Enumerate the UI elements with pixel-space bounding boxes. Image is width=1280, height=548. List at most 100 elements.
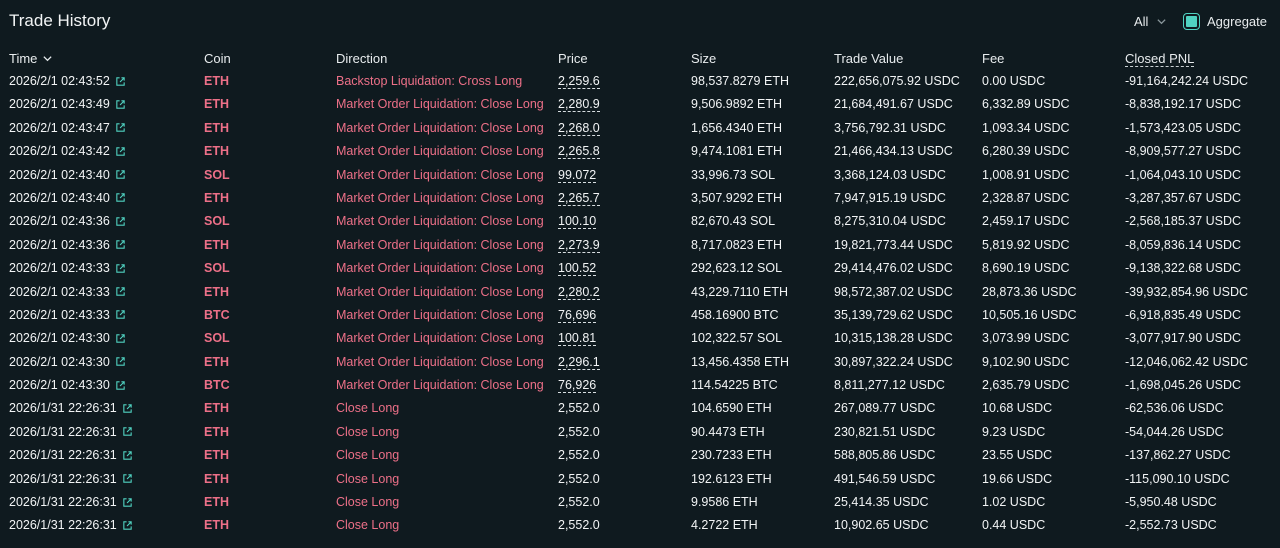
external-link-icon[interactable] xyxy=(115,192,126,203)
time-text: 2026/2/1 02:43:33 xyxy=(9,284,110,299)
external-link-icon[interactable] xyxy=(115,146,126,157)
table-row: 2026/2/1 02:43:36 SOL Market Order Liquida… xyxy=(0,210,1280,233)
price-text: 2,552.0 xyxy=(558,471,600,486)
price-text: 2,552.0 xyxy=(558,448,600,463)
filter-dropdown[interactable]: All xyxy=(1134,14,1167,29)
price-cell[interactable]: 76,926 xyxy=(558,378,597,394)
price-cell[interactable]: 100.52 xyxy=(558,261,597,277)
fee-cell: 9,102.90 USDC xyxy=(982,354,1070,369)
price-cell[interactable]: 2,265.7 xyxy=(558,190,600,206)
external-link-icon[interactable] xyxy=(115,263,126,274)
time-text: 2026/2/1 02:43:33 xyxy=(9,261,110,276)
time-cell: 2026/1/31 22:26:31 xyxy=(9,401,133,415)
coin-cell[interactable]: ETH xyxy=(204,401,229,415)
time-text: 2026/1/31 22:26:31 xyxy=(9,518,117,533)
coin-cell[interactable]: SOL xyxy=(204,168,230,182)
external-link-icon[interactable] xyxy=(115,309,126,320)
price-cell: 2,552.0 xyxy=(558,401,600,415)
external-link-icon[interactable] xyxy=(115,286,126,297)
time-text: 2026/2/1 02:43:36 xyxy=(9,237,110,252)
fee-cell: 6,280.39 USDC xyxy=(982,144,1070,159)
coin-cell[interactable]: ETH xyxy=(204,425,229,439)
external-link-icon[interactable] xyxy=(115,99,126,110)
table-row: 2026/2/1 02:43:33 SOL Market Order Liquida… xyxy=(0,257,1280,280)
price-cell[interactable]: 100.81 xyxy=(558,331,597,347)
price-cell[interactable]: 2,296.1 xyxy=(558,354,600,370)
coin-cell[interactable]: ETH xyxy=(204,518,229,532)
time-cell: 2026/1/31 22:26:31 xyxy=(9,425,133,439)
coin-cell[interactable]: ETH xyxy=(204,355,229,369)
coin-cell[interactable]: ETH xyxy=(204,495,229,509)
price-cell[interactable]: 99.072 xyxy=(558,167,597,183)
price-cell[interactable]: 2,268.0 xyxy=(558,120,600,136)
external-link-icon[interactable] xyxy=(115,216,126,227)
fee-cell: 19.66 USDC xyxy=(982,471,1053,486)
coin-cell[interactable]: ETH xyxy=(204,285,229,299)
direction-cell: Market Order Liquidation: Close Long xyxy=(336,144,544,159)
external-link-icon[interactable] xyxy=(115,380,126,391)
size-cell: 102,322.57 SOL xyxy=(691,331,783,346)
coin-cell[interactable]: ETH xyxy=(204,238,229,252)
external-link-icon[interactable] xyxy=(122,403,133,414)
external-link-icon[interactable] xyxy=(122,426,133,437)
coin-cell[interactable]: ETH xyxy=(204,448,229,462)
price-cell[interactable]: 2,280.9 xyxy=(558,97,600,113)
direction-cell: Market Order Liquidation: Close Long xyxy=(336,190,544,205)
column-header-label: Direction xyxy=(336,51,388,66)
table-row: 2026/2/1 02:43:49 ETH Market Order Liquida… xyxy=(0,93,1280,116)
coin-cell[interactable]: BTC xyxy=(204,308,230,322)
coin-cell[interactable]: ETH xyxy=(204,472,229,486)
column-header-time[interactable]: Time xyxy=(9,51,53,66)
trade-value-cell: 10,315,138.28 USDC xyxy=(834,331,953,346)
time-text: 2026/1/31 22:26:31 xyxy=(9,424,117,439)
trade-value-cell: 7,947,915.19 USDC xyxy=(834,190,946,205)
price-cell[interactable]: 2,259.6 xyxy=(558,74,600,89)
time-text: 2026/1/31 22:26:31 xyxy=(9,495,117,510)
price-text: 2,265.8 xyxy=(558,144,600,160)
coin-cell[interactable]: SOL xyxy=(204,261,230,275)
column-header-label: Time xyxy=(9,51,38,66)
coin-cell[interactable]: ETH xyxy=(204,97,229,111)
table-row: 2026/1/31 22:26:31 ETH Close Long 2,552.0 4.… xyxy=(0,514,1280,537)
table-row: 2026/2/1 02:43:47 ETH Market Order Liquida… xyxy=(0,117,1280,140)
coin-cell[interactable]: BTC xyxy=(204,378,230,392)
external-link-icon[interactable] xyxy=(115,356,126,367)
size-cell: 9,474.1081 ETH xyxy=(691,144,783,159)
external-link-icon[interactable] xyxy=(122,497,133,508)
external-link-icon[interactable] xyxy=(122,473,133,484)
coin-cell[interactable]: SOL xyxy=(204,331,230,345)
external-link-icon[interactable] xyxy=(115,122,126,133)
time-text: 2026/2/1 02:43:30 xyxy=(9,354,110,369)
external-link-icon[interactable] xyxy=(115,76,126,87)
price-cell[interactable]: 2,280.2 xyxy=(558,284,600,300)
price-cell[interactable]: 100.10 xyxy=(558,214,597,230)
column-header-closed-pnl[interactable]: Closed PNL xyxy=(1125,51,1195,67)
price-cell[interactable]: 2,273.9 xyxy=(558,237,600,253)
time-text: 2026/2/1 02:43:47 xyxy=(9,120,110,135)
time-cell: 2026/2/1 02:43:36 xyxy=(9,214,126,228)
external-link-icon[interactable] xyxy=(115,333,126,344)
external-link-icon[interactable] xyxy=(115,239,126,250)
time-cell: 2026/2/1 02:43:40 xyxy=(9,168,126,182)
aggregate-checkbox[interactable] xyxy=(1183,13,1200,30)
fee-cell: 23.55 USDC xyxy=(982,448,1053,463)
price-text: 2,296.1 xyxy=(558,354,600,370)
closed-pnl-cell: -2,552.73 USDC xyxy=(1125,518,1217,533)
aggregate-toggle[interactable]: Aggregate xyxy=(1183,13,1267,30)
coin-cell[interactable]: SOL xyxy=(204,214,230,228)
price-cell[interactable]: 76,696 xyxy=(558,307,597,323)
coin-cell[interactable]: ETH xyxy=(204,121,229,135)
external-link-icon[interactable] xyxy=(122,520,133,531)
time-text: 2026/1/31 22:26:31 xyxy=(9,448,117,463)
external-link-icon[interactable] xyxy=(115,169,126,180)
coin-cell[interactable]: ETH xyxy=(204,191,229,205)
size-cell: 4.2722 ETH xyxy=(691,518,758,533)
direction-cell: Close Long xyxy=(336,471,400,486)
trade-value-cell: 8,275,310.04 USDC xyxy=(834,214,946,229)
coin-cell[interactable]: ETH xyxy=(204,74,229,88)
price-cell[interactable]: 2,265.8 xyxy=(558,144,600,160)
fee-cell: 10,505.16 USDC xyxy=(982,307,1077,322)
size-cell: 13,456.4358 ETH xyxy=(691,354,789,369)
coin-cell[interactable]: ETH xyxy=(204,144,229,158)
external-link-icon[interactable] xyxy=(122,450,133,461)
